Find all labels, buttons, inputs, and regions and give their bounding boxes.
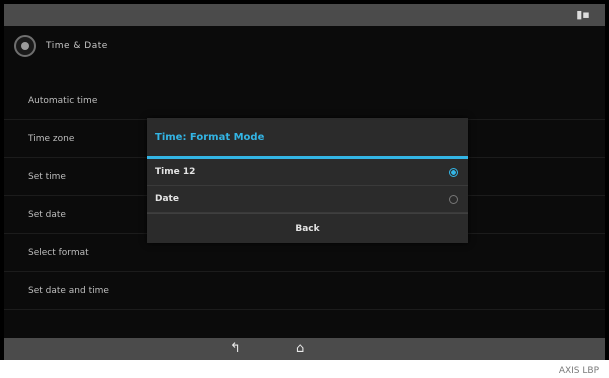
list-item[interactable]: Automatic time (4, 82, 605, 120)
option-label: Date (155, 194, 179, 204)
list-item-label: Time zone (28, 133, 75, 144)
radio-selected-icon[interactable] (449, 167, 458, 177)
format-mode-dialog: Time: Format Mode Time 12 Date Back (147, 118, 468, 243)
list-item[interactable]: Set date and time (4, 272, 605, 310)
home-icon[interactable]: ⌂ (296, 341, 304, 357)
status-bar: ▮▪ (4, 4, 605, 26)
back-button[interactable]: Back (147, 213, 468, 244)
dialog-option-date[interactable]: Date (147, 186, 468, 213)
option-label: Time 12 (155, 167, 196, 177)
list-item-label: Automatic time (28, 95, 98, 106)
app-title: Time & Date (46, 41, 108, 51)
dialog-option-time-12[interactable]: Time 12 (147, 159, 468, 186)
action-bar: Time & Date (4, 26, 605, 66)
signal-icon: ▮▪ (576, 8, 590, 21)
list-item-label: Set date (28, 209, 66, 220)
radio-unselected-icon[interactable] (449, 194, 458, 204)
dialog-title: Time: Format Mode (155, 131, 265, 143)
settings-app-icon[interactable] (14, 35, 36, 57)
list-item-label: Set date and time (28, 285, 109, 296)
list-item-label: Select format (28, 247, 89, 258)
watermark: AXIS LBP (558, 366, 599, 376)
navigation-bar: ↰ ⌂ (4, 338, 605, 360)
list-item-label: Set time (28, 171, 66, 182)
back-icon[interactable]: ↰ (230, 341, 241, 357)
